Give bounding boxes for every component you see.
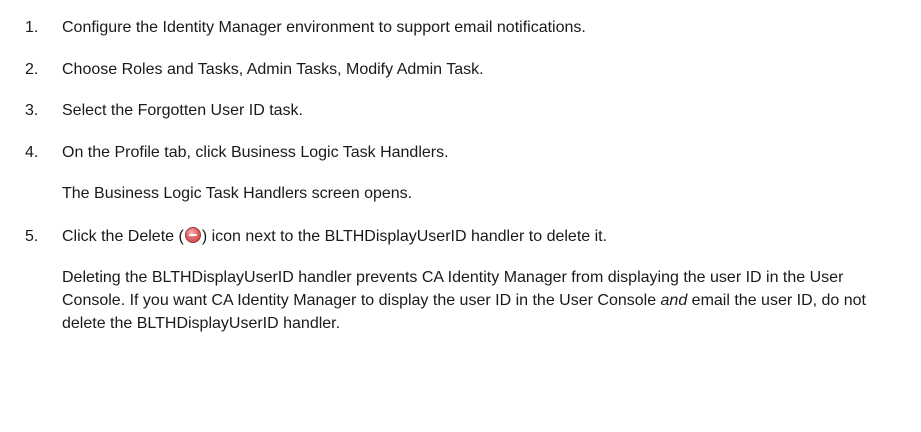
step-text: Select the Forgotten User ID task. (62, 102, 303, 119)
step-number: 3. (25, 102, 39, 119)
step-text-before: Click the Delete ( (62, 228, 184, 245)
step-text: Click the Delete ( ) icon next to the BLT… (62, 225, 912, 248)
step-number: 2. (25, 61, 39, 78)
note-emphasis: and (660, 292, 688, 309)
document-page: 1. Configure the Identity Manager enviro… (0, 0, 921, 432)
step-number: 5. (25, 228, 39, 245)
step-4-result: The Business Logic Task Handlers screen … (62, 185, 413, 202)
step-text: Configure the Identity Manager environme… (62, 19, 586, 36)
step-text: On the Profile tab, click Business Logic… (62, 144, 449, 161)
step-text-after: ) icon next to the BLTHDisplayUserID han… (201, 228, 608, 245)
step-text: Choose Roles and Tasks, Admin Tasks, Mod… (62, 61, 484, 78)
step-number: 1. (25, 19, 39, 36)
step-number: 4. (25, 144, 39, 161)
delete-icon (184, 227, 201, 243)
note-paragraph: Deleting the BLTHDisplayUserID handler p… (62, 266, 892, 335)
